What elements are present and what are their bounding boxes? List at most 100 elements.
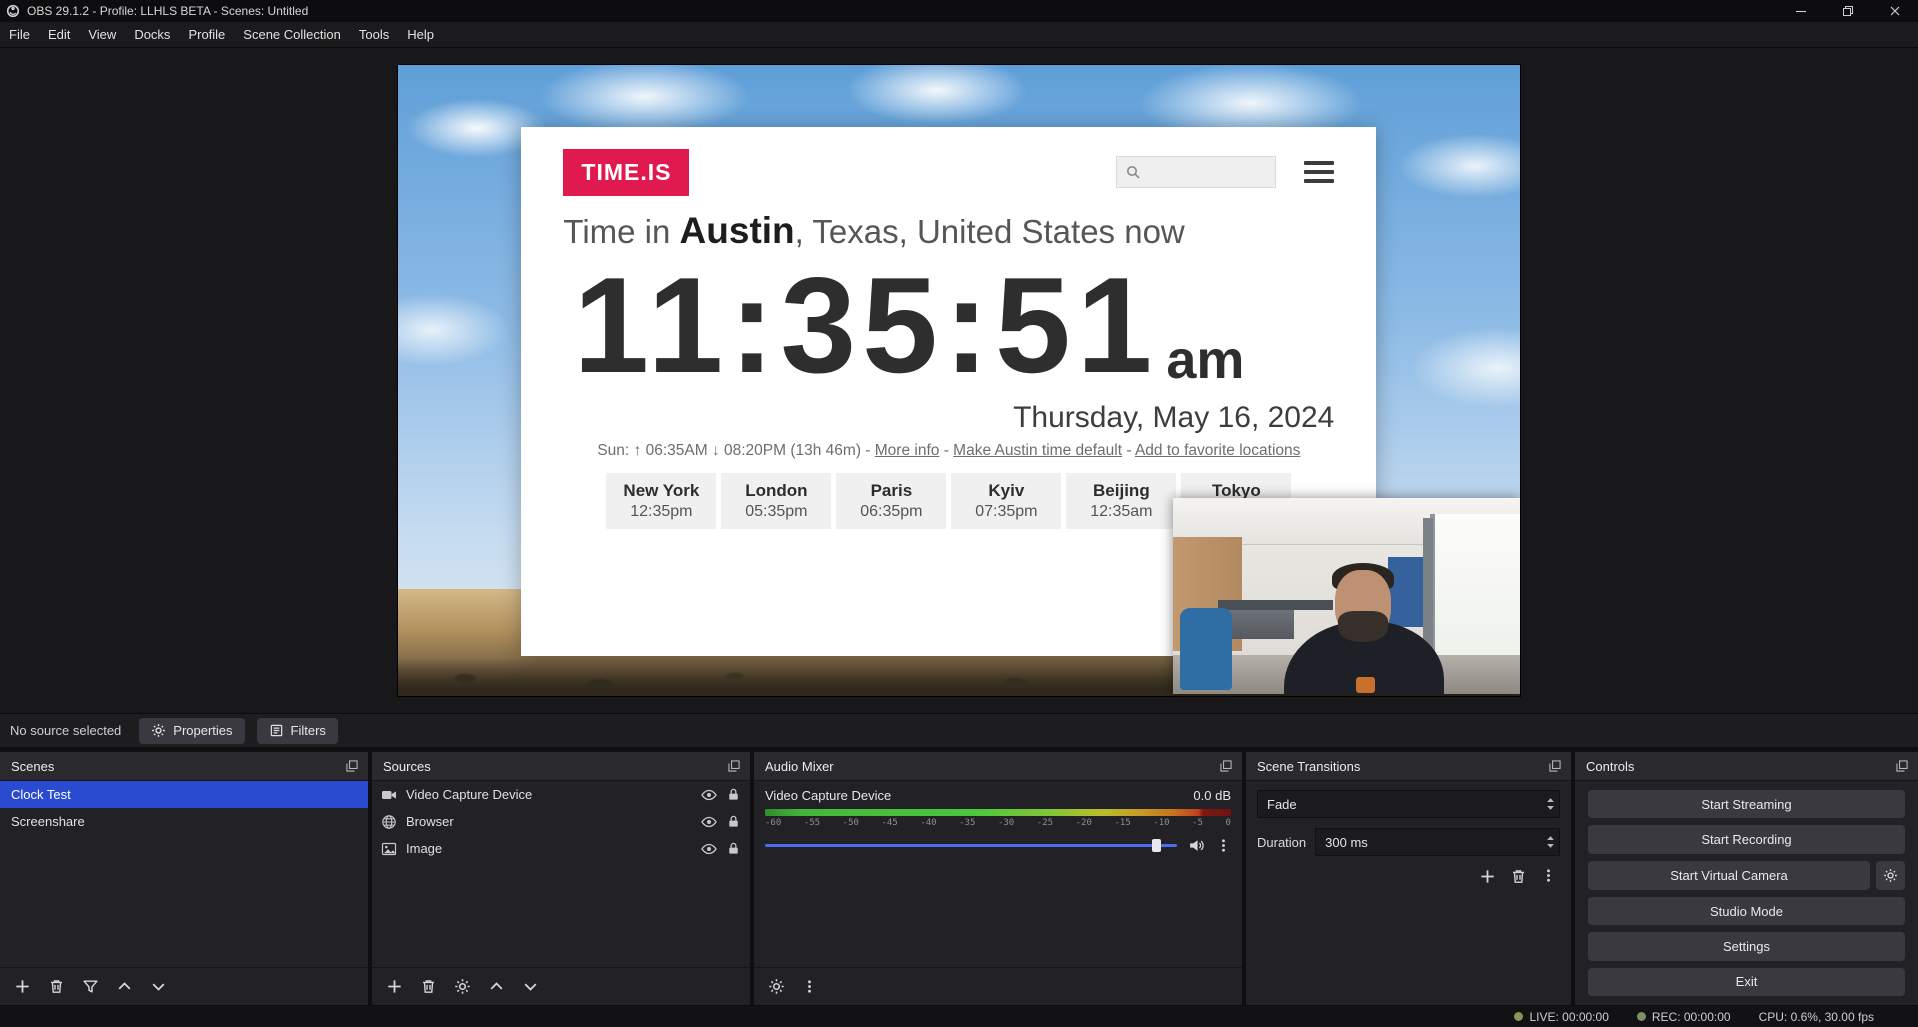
- move-scene-down-icon[interactable]: [150, 978, 167, 995]
- transition-menu-dots-icon[interactable]: [1541, 868, 1556, 883]
- title-bar: OBS 29.1.2 - Profile: LLHLS BETA - Scene…: [0, 0, 1918, 22]
- move-source-up-icon[interactable]: [488, 978, 505, 995]
- timeis-search-box[interactable]: [1116, 156, 1276, 188]
- minimize-button[interactable]: [1777, 0, 1824, 22]
- source-row-image[interactable]: Image: [372, 835, 750, 862]
- sources-toolbar: [372, 967, 750, 1005]
- mixer-channel: Video Capture Device 0.0 dB -60-55-50-45…: [754, 781, 1242, 967]
- timeis-make-default-link[interactable]: Make Austin time default: [953, 442, 1122, 459]
- lock-icon[interactable]: [726, 787, 741, 802]
- source-row-browser[interactable]: Browser: [372, 808, 750, 835]
- timeis-add-favorite-link[interactable]: Add to favorite locations: [1135, 442, 1300, 459]
- duration-label: Duration: [1257, 835, 1306, 850]
- audio-mixer-dock-title: Audio Mixer: [765, 759, 834, 774]
- studio-mode-button[interactable]: Studio Mode: [1588, 897, 1905, 925]
- volume-meter: [765, 809, 1231, 816]
- menu-profile[interactable]: Profile: [179, 22, 234, 47]
- hamburger-menu-icon[interactable]: [1304, 161, 1334, 183]
- speaker-icon[interactable]: [1188, 837, 1205, 854]
- filters-button[interactable]: Filters: [257, 718, 338, 744]
- move-source-down-icon[interactable]: [522, 978, 539, 995]
- mixer-options-dots-icon[interactable]: [1216, 838, 1231, 853]
- add-scene-icon[interactable]: [14, 978, 31, 995]
- remove-transition-icon[interactable]: [1510, 868, 1527, 885]
- menu-file[interactable]: File: [0, 22, 39, 47]
- settings-button[interactable]: Settings: [1588, 932, 1905, 960]
- spinner-arrows-icon: [1546, 834, 1555, 850]
- scenes-toolbar: [0, 967, 368, 1005]
- menu-tools[interactable]: Tools: [350, 22, 398, 47]
- webcam-person: [1284, 572, 1444, 694]
- advanced-audio-gear-icon[interactable]: [768, 978, 785, 995]
- restore-button[interactable]: [1824, 0, 1871, 22]
- city-box-new-york[interactable]: New York 12:35pm: [606, 473, 716, 529]
- obs-window: OBS 29.1.2 - Profile: LLHLS BETA - Scene…: [0, 0, 1918, 1027]
- visibility-eye-icon[interactable]: [701, 841, 717, 857]
- city-box-beijing[interactable]: Beijing 12:35am: [1066, 473, 1176, 529]
- timeis-logo[interactable]: TIME.IS: [563, 149, 689, 196]
- lock-icon[interactable]: [726, 841, 741, 856]
- city-box-kyiv[interactable]: Kyiv 07:35pm: [951, 473, 1061, 529]
- start-recording-button[interactable]: Start Recording: [1588, 825, 1905, 853]
- timeis-sun-line: Sun: ↑ 06:35AM ↓ 08:20PM (13h 46m) - Mor…: [563, 442, 1334, 460]
- timeis-clock: 11:35:51 am: [563, 254, 1334, 397]
- volume-slider-handle[interactable]: [1152, 839, 1161, 852]
- lock-icon[interactable]: [726, 814, 741, 829]
- exit-button[interactable]: Exit: [1588, 968, 1905, 996]
- scenes-dock-title: Scenes: [11, 759, 54, 774]
- image-icon: [381, 841, 397, 857]
- preview-area: TIME.IS Time in Austin, Texas, United St…: [0, 48, 1918, 713]
- sources-dock-title: Sources: [383, 759, 431, 774]
- menu-docks[interactable]: Docks: [125, 22, 179, 47]
- virtual-camera-config-button[interactable]: [1876, 861, 1905, 890]
- scene-filters-icon[interactable]: [82, 978, 99, 995]
- live-status: LIVE: 00:00:00: [1514, 1010, 1608, 1024]
- transition-select[interactable]: Fade: [1257, 790, 1560, 818]
- menu-edit[interactable]: Edit: [39, 22, 79, 47]
- city-box-london[interactable]: London 05:35pm: [721, 473, 831, 529]
- controls-dock-title: Controls: [1586, 759, 1634, 774]
- mixer-menu-dots-icon[interactable]: [802, 979, 817, 994]
- menu-bar: File Edit View Docks Profile Scene Colle…: [0, 22, 1918, 48]
- menu-view[interactable]: View: [79, 22, 125, 47]
- visibility-eye-icon[interactable]: [701, 787, 717, 803]
- sources-popout-button[interactable]: [727, 759, 741, 773]
- controls-popout-button[interactable]: [1895, 759, 1909, 773]
- timeis-more-info-link[interactable]: More info: [875, 442, 940, 459]
- rec-status-icon: [1637, 1012, 1646, 1021]
- scenes-popout-button[interactable]: [345, 759, 359, 773]
- remove-source-icon[interactable]: [420, 978, 437, 995]
- gear-icon: [1883, 868, 1898, 883]
- duration-spinbox[interactable]: 300 ms: [1315, 828, 1560, 856]
- add-transition-icon[interactable]: [1479, 868, 1496, 885]
- remove-scene-icon[interactable]: [48, 978, 65, 995]
- start-virtual-camera-button[interactable]: Start Virtual Camera: [1588, 861, 1870, 890]
- window-controls: [1777, 0, 1918, 22]
- volume-slider[interactable]: [765, 838, 1177, 853]
- move-scene-up-icon[interactable]: [116, 978, 133, 995]
- preview-canvas[interactable]: TIME.IS Time in Austin, Texas, United St…: [398, 65, 1520, 696]
- start-streaming-button[interactable]: Start Streaming: [1588, 790, 1905, 818]
- properties-button[interactable]: Properties: [139, 718, 244, 744]
- audio-mixer-popout-button[interactable]: [1219, 759, 1233, 773]
- menu-help[interactable]: Help: [398, 22, 443, 47]
- source-status-text: No source selected: [10, 723, 121, 738]
- scene-transitions-dock: Scene Transitions Fade Duration 300 ms: [1246, 752, 1571, 1005]
- menu-scene-collection[interactable]: Scene Collection: [234, 22, 350, 47]
- timeis-search-input[interactable]: [1147, 164, 1267, 180]
- audio-mixer-toolbar: [754, 967, 1242, 1005]
- popout-icon: [1219, 759, 1233, 773]
- scene-item-screenshare[interactable]: Screenshare: [0, 808, 368, 835]
- visibility-eye-icon[interactable]: [701, 814, 717, 830]
- source-properties-gear-icon[interactable]: [454, 978, 471, 995]
- add-source-icon[interactable]: [386, 978, 403, 995]
- cpu-status: CPU: 0.6%, 30.00 fps: [1759, 1010, 1874, 1024]
- mixer-channel-name: Video Capture Device: [765, 788, 891, 803]
- scene-item-clock-test[interactable]: Clock Test: [0, 781, 368, 808]
- city-box-paris[interactable]: Paris 06:35pm: [836, 473, 946, 529]
- transitions-popout-button[interactable]: [1548, 759, 1562, 773]
- close-button[interactable]: [1871, 0, 1918, 22]
- source-row-video-capture[interactable]: Video Capture Device: [372, 781, 750, 808]
- window-title: OBS 29.1.2 - Profile: LLHLS BETA - Scene…: [27, 4, 308, 18]
- rec-status: REC: 00:00:00: [1637, 1010, 1731, 1024]
